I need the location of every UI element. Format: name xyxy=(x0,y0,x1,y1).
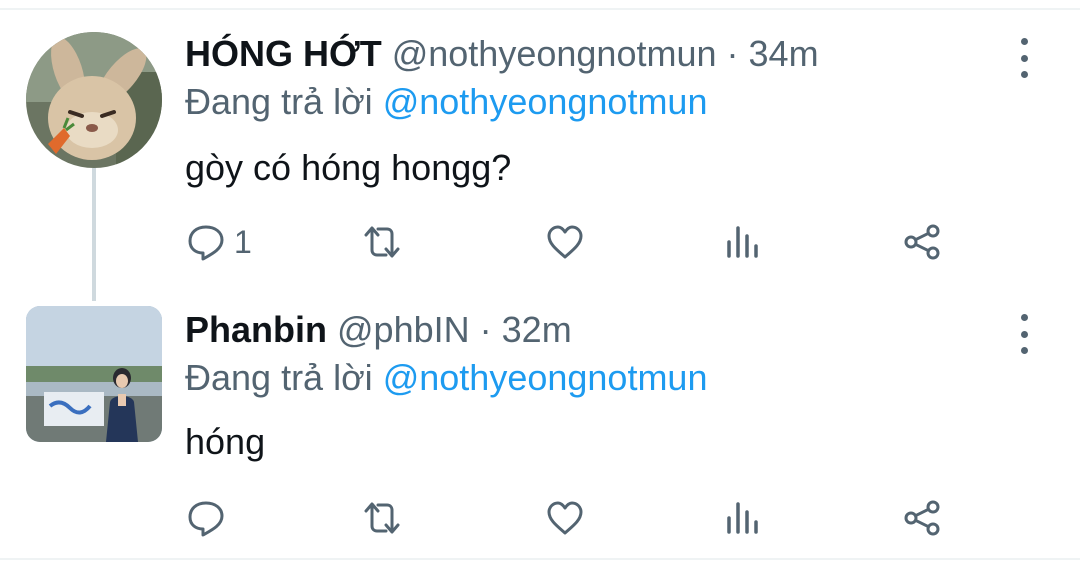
bar-chart-icon xyxy=(727,226,758,258)
replying-to-mention[interactable]: @nothyeongnotmun xyxy=(383,81,708,122)
share-button[interactable] xyxy=(902,494,942,542)
tweet-2[interactable]: Phanbin @phbIN · 32m Đang trả lời @nothy… xyxy=(0,290,1080,558)
replying-to-label: Đang trả lời xyxy=(185,357,373,398)
reply-button[interactable]: 1 xyxy=(186,218,252,266)
tweet-header: Phanbin @phbIN · 32m xyxy=(185,308,572,352)
display-name[interactable]: HÓNG HỚT xyxy=(185,33,382,74)
reply-button[interactable] xyxy=(186,494,226,542)
retweet-arrows-icon xyxy=(364,502,400,534)
replying-to-line: Đang trả lời @nothyeongnotmun xyxy=(185,356,707,400)
bar-chart-icon xyxy=(727,502,758,534)
more-options-icon[interactable] xyxy=(1012,314,1036,354)
timestamp[interactable]: 34m xyxy=(749,33,819,74)
like-button[interactable] xyxy=(545,494,585,542)
retweet-arrows-icon xyxy=(364,226,400,258)
riverside-photo-avatar-image xyxy=(26,306,162,442)
separator-dot: · xyxy=(479,309,492,350)
more-options-icon[interactable] xyxy=(1012,38,1036,78)
avatar[interactable] xyxy=(26,306,162,442)
separator-dot: · xyxy=(726,33,739,74)
share-nodes-icon xyxy=(904,500,940,536)
share-nodes-icon xyxy=(904,224,940,260)
replying-to-line: Đang trả lời @nothyeongnotmun xyxy=(185,80,707,124)
bottom-divider xyxy=(0,558,1080,560)
speech-bubble-icon xyxy=(188,225,224,261)
tweet-text: gòy có hóng hongg? xyxy=(185,147,512,188)
timestamp[interactable]: 32m xyxy=(502,309,572,350)
replying-to-label: Đang trả lời xyxy=(185,81,373,122)
like-button[interactable] xyxy=(545,218,585,266)
reply-count: 1 xyxy=(234,223,252,260)
avatar[interactable] xyxy=(26,32,162,168)
user-handle[interactable]: @phbIN xyxy=(337,309,470,350)
bunny-plush-avatar-image xyxy=(26,32,162,168)
heart-icon xyxy=(547,501,583,535)
retweet-button[interactable] xyxy=(362,494,402,542)
share-button[interactable] xyxy=(902,218,942,266)
action-bar xyxy=(0,494,1080,542)
display-name[interactable]: Phanbin xyxy=(185,309,327,350)
views-button[interactable] xyxy=(723,218,763,266)
views-button[interactable] xyxy=(723,494,763,542)
tweet-text: hóng xyxy=(185,421,266,462)
action-bar: 1 xyxy=(0,218,1080,266)
heart-icon xyxy=(547,225,583,259)
retweet-button[interactable] xyxy=(362,218,402,266)
user-handle[interactable]: @nothyeongnotmun xyxy=(392,33,717,74)
speech-bubble-icon xyxy=(188,501,224,537)
tweet-1[interactable]: HÓNG HỚT @nothyeongnotmun · 34m Đang trả… xyxy=(0,0,1080,290)
replying-to-mention[interactable]: @nothyeongnotmun xyxy=(383,357,708,398)
tweet-header: HÓNG HỚT @nothyeongnotmun · 34m xyxy=(185,32,819,76)
